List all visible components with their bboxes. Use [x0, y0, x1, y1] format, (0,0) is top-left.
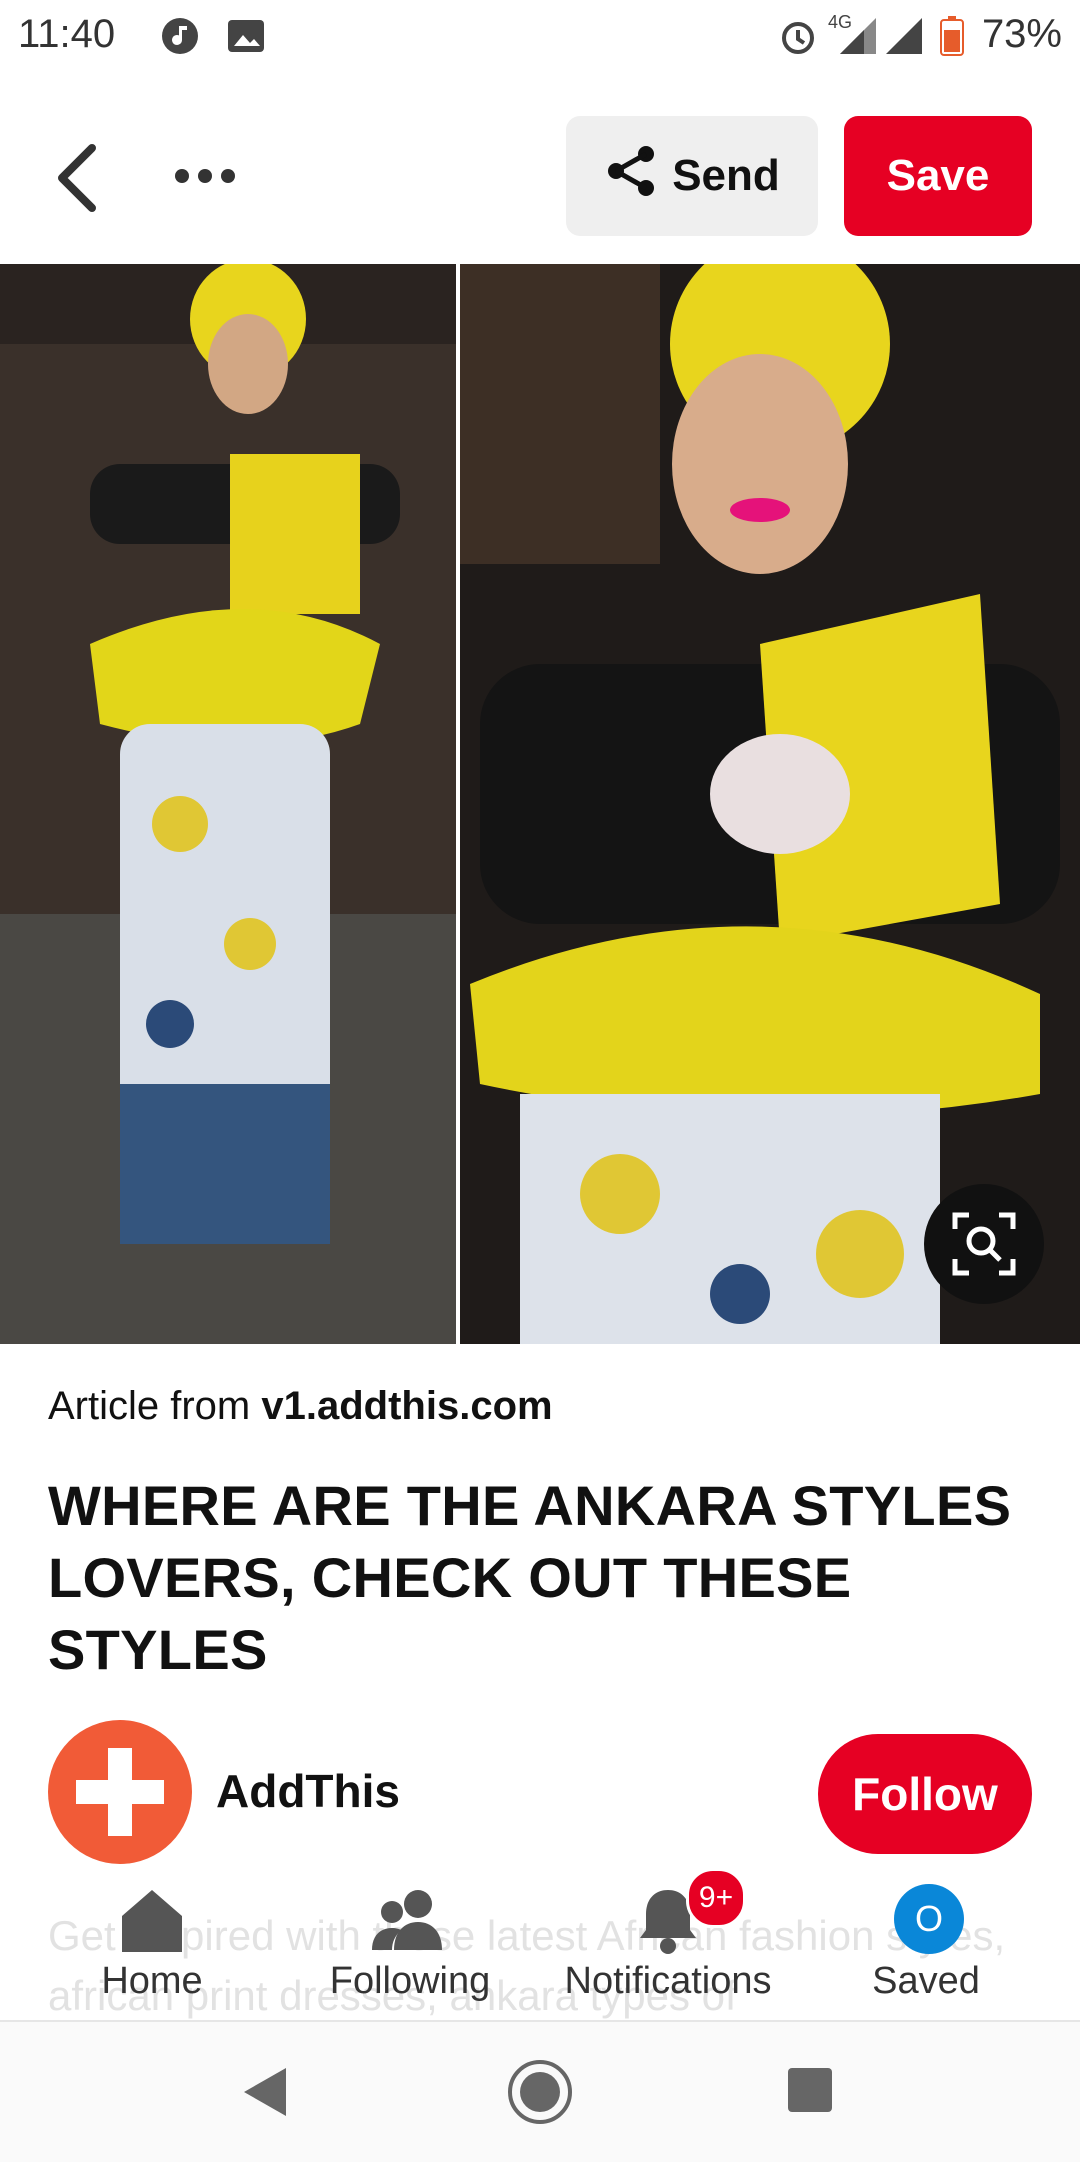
system-back-icon[interactable]: [240, 2064, 290, 2125]
alarm-icon: [778, 16, 818, 61]
pin-photo: [0, 264, 1080, 1344]
creator-avatar[interactable]: [48, 1720, 192, 1864]
home-icon: [116, 1884, 188, 1961]
pin-image[interactable]: [0, 264, 1080, 1344]
signal-icon-1: [838, 16, 878, 61]
system-home-icon[interactable]: [506, 2058, 574, 2131]
send-button[interactable]: Send: [566, 116, 818, 236]
image-icon: [226, 16, 266, 61]
plus-icon: [76, 1748, 164, 1836]
send-label: Send: [672, 151, 780, 200]
creator-name[interactable]: AddThis: [216, 1764, 400, 1818]
system-recents-icon[interactable]: [786, 2066, 834, 2119]
notifications-badge: 9+: [686, 1868, 746, 1928]
battery-percent: 73%: [981, 12, 1062, 56]
nav-notifications[interactable]: Notifications: [548, 1870, 788, 2020]
nav-label-home: Home: [101, 1960, 203, 2002]
back-button[interactable]: [48, 140, 108, 216]
nav-following[interactable]: Following: [290, 1870, 530, 2020]
people-icon: [370, 1884, 450, 1961]
signal-icon-2: [884, 16, 924, 61]
follow-button[interactable]: Follow: [818, 1734, 1032, 1854]
nav-label-saved: Saved: [872, 1960, 980, 2002]
pin-title: WHERE ARE THE ANKARA STYLES LOVERS, CHEC…: [48, 1474, 1012, 1681]
share-icon: [604, 144, 658, 209]
nav-label-notifications: Notifications: [564, 1960, 772, 2002]
nav-home[interactable]: Home: [32, 1870, 272, 2020]
article-source-prefix: Article from: [48, 1384, 251, 1428]
battery-icon: [940, 16, 964, 61]
article-source[interactable]: Article from v1.addthis.com: [48, 1384, 553, 1429]
status-time: 11:40: [18, 12, 116, 56]
more-options-button[interactable]: [172, 156, 242, 196]
visual-search-icon: [952, 1212, 1016, 1276]
system-navigation-bar: [0, 2020, 1080, 2162]
saved-avatar[interactable]: O: [894, 1884, 964, 1954]
save-button[interactable]: Save: [844, 116, 1032, 236]
pin-header: Send Save: [0, 100, 1080, 250]
article-source-domain: v1.addthis.com: [261, 1384, 553, 1428]
visual-search-button[interactable]: [924, 1184, 1044, 1304]
status-bar: 11:40 4G 73%: [0, 0, 1080, 72]
music-icon: [160, 16, 200, 61]
nav-label-following: Following: [329, 1960, 491, 2002]
